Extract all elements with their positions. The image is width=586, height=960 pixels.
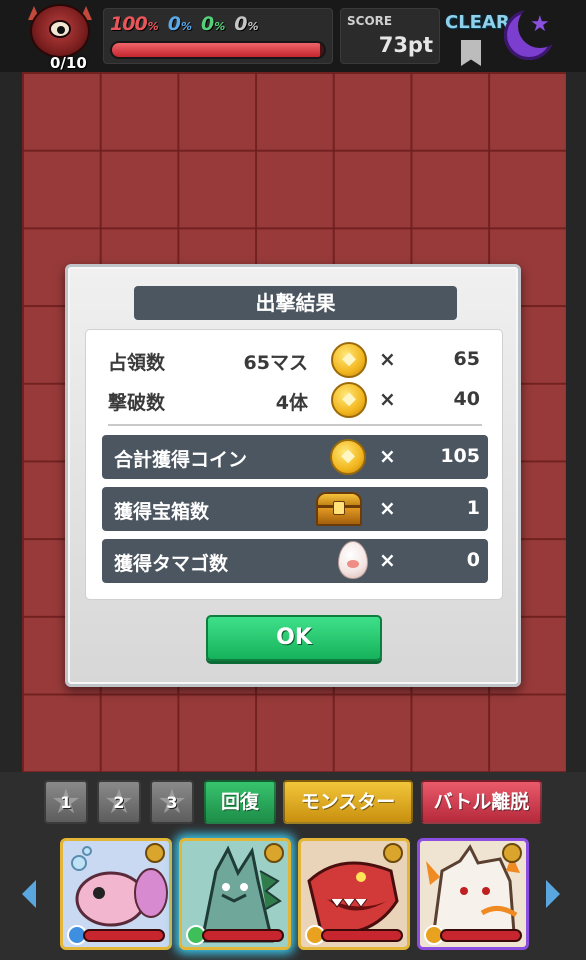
boss-eye xyxy=(49,20,71,38)
scroll-right-arrow-icon[interactable] xyxy=(546,880,560,908)
clear-label: CLEAR xyxy=(445,12,510,33)
multiply-sign: × xyxy=(379,548,396,572)
monster-card-3[interactable] xyxy=(298,838,410,950)
badge-icon xyxy=(264,843,284,863)
clear-ribbon-icon xyxy=(461,40,481,66)
slot-number: 3 xyxy=(166,793,178,812)
multiply-sign: × xyxy=(379,347,396,371)
chest-lock xyxy=(333,501,345,515)
total-coins-value: 105 xyxy=(440,445,480,467)
defeated-amount: 4体 xyxy=(275,392,308,414)
board-frame-left xyxy=(0,72,22,772)
hp-bar xyxy=(440,929,522,942)
badge-icon xyxy=(145,843,165,863)
dialog-title: 出撃結果 xyxy=(134,286,457,320)
boss-count: 0/10 xyxy=(50,54,87,72)
treasure-value: 1 xyxy=(466,497,480,519)
heal-button[interactable]: 回復 xyxy=(204,780,276,824)
slot-3-button[interactable]: ★ 3 xyxy=(150,780,194,824)
gauge-percentages: 100% 0% 0% 0% xyxy=(110,13,259,35)
gauge-red: 100% xyxy=(110,13,159,35)
coin-icon xyxy=(331,342,367,378)
star-icon: ★ xyxy=(530,12,550,37)
score-label: SCORE xyxy=(347,14,393,28)
coin-icon xyxy=(330,439,366,475)
ok-button[interactable]: OK xyxy=(206,615,382,661)
multiply-sign: × xyxy=(379,387,396,411)
occupied-label: 占領数 xyxy=(108,352,166,374)
egg-label: 獲得タマゴ数 xyxy=(114,553,229,575)
gauge-gray: 0% xyxy=(234,13,258,35)
slot-1-button[interactable]: ★ 1 xyxy=(44,780,88,824)
treasure-row: 獲得宝箱数 × 1 xyxy=(102,487,488,531)
egg-row: 獲得タマゴ数 × 0 xyxy=(102,539,488,583)
coin-icon xyxy=(331,382,367,418)
egg-value: 0 xyxy=(466,549,480,571)
defeated-row: 撃破数 4体 × 40 xyxy=(86,380,504,420)
score-value: 73pt xyxy=(378,33,433,57)
monster-button[interactable]: モンスター xyxy=(283,780,413,824)
hp-bar xyxy=(202,929,284,942)
boss-monster-icon xyxy=(30,4,90,58)
top-hud: 0/10 100% 0% 0% 0% SCORE 73pt CLEAR ★ xyxy=(0,0,586,72)
egg-icon-wrap xyxy=(330,541,368,579)
clear-badge[interactable]: CLEAR xyxy=(445,6,510,66)
leave-battle-button[interactable]: バトル離脱 xyxy=(421,780,542,824)
occupied-row: 占領数 65マス × 65 xyxy=(86,340,504,380)
result-panel: 占領数 65マス × 65 撃破数 4体 × 40 合計獲得コイン × 105 … xyxy=(85,329,503,600)
hp-bar xyxy=(83,929,165,942)
multiply-sign: × xyxy=(379,496,396,520)
territory-bar xyxy=(110,41,326,59)
occupied-amount: 65マス xyxy=(243,352,308,374)
total-coins-label: 合計獲得コイン xyxy=(114,449,248,471)
battle-result-dialog: 出撃結果 占領数 65マス × 65 撃破数 4体 × 40 合計獲得コイン ×… xyxy=(65,264,521,687)
slot-number: 1 xyxy=(60,793,72,812)
defeated-label: 撃破数 xyxy=(108,392,166,414)
egg-icon xyxy=(338,541,368,579)
gauge-blue: 0% xyxy=(167,13,192,35)
monster-card-4[interactable] xyxy=(417,838,529,950)
gauge-green: 0% xyxy=(200,13,225,35)
badge-icon xyxy=(502,843,522,863)
territory-gauges: 100% 0% 0% 0% xyxy=(103,8,333,64)
monster-card-2[interactable] xyxy=(179,838,291,950)
slot-number: 2 xyxy=(113,793,125,812)
multiply-sign: × xyxy=(379,444,396,468)
total-coins-row: 合計獲得コイン × 105 xyxy=(102,435,488,479)
boss-counter[interactable]: 0/10 xyxy=(20,2,102,72)
monster-card-1[interactable] xyxy=(60,838,172,950)
treasure-label: 獲得宝箱数 xyxy=(114,501,210,523)
occupied-coins: 65 xyxy=(453,348,480,370)
score-panel: SCORE 73pt xyxy=(340,8,440,64)
badge-icon xyxy=(383,843,403,863)
board-frame-right xyxy=(566,72,586,772)
scroll-left-arrow-icon[interactable] xyxy=(22,880,36,908)
defeated-coins: 40 xyxy=(453,388,480,410)
slot-2-button[interactable]: ★ 2 xyxy=(97,780,141,824)
territory-bar-fill xyxy=(112,43,320,57)
hp-bar xyxy=(321,929,403,942)
divider xyxy=(108,424,482,426)
treasure-chest-icon xyxy=(314,492,364,526)
